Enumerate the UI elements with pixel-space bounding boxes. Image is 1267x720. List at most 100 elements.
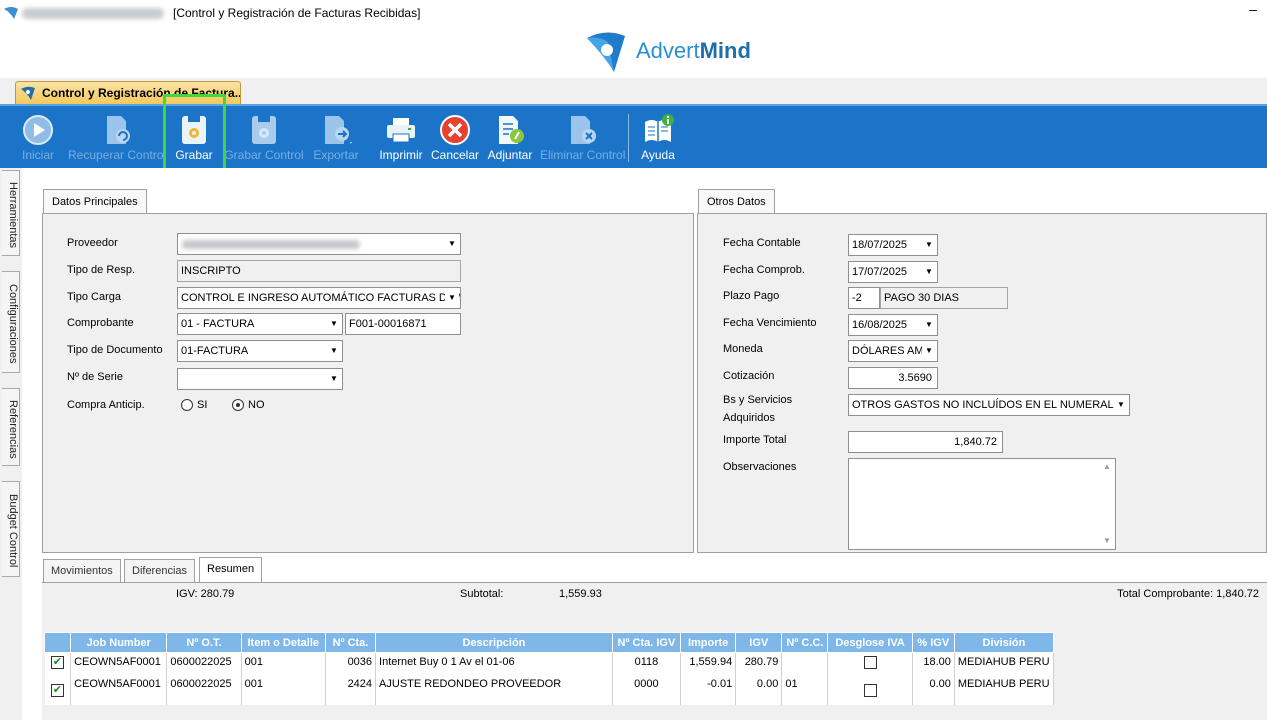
cancelar-button[interactable]: Cancelar (430, 108, 480, 166)
chevron-down-icon[interactable]: ▼ (445, 235, 459, 253)
imprimir-button[interactable]: Imprimir (376, 108, 426, 166)
chevron-down-icon[interactable]: ▼ (922, 236, 936, 254)
row-select-cell[interactable] (44, 652, 72, 675)
comprobante-select[interactable]: 01 - FACTURA ▼ (177, 313, 343, 335)
chevron-down-icon[interactable]: ▼ (445, 289, 459, 307)
proveedor-select[interactable]: ▼ (177, 233, 461, 255)
fecha-comprob-picker[interactable]: 17/07/2025 ▼ (848, 261, 938, 283)
desglose-checkbox[interactable] (863, 656, 877, 669)
cotizacion-input[interactable]: 3.5690 (848, 367, 938, 389)
desglose-cell[interactable] (827, 674, 913, 705)
minimize-button[interactable]: – (1246, 2, 1260, 18)
row-checkbox[interactable] (50, 683, 64, 697)
comprobante-numero-input[interactable]: F001-00016871 (345, 313, 461, 335)
ot-cell[interactable]: 0600022025 (166, 674, 242, 705)
col-importe[interactable]: Importe (680, 632, 737, 653)
table-row[interactable]: CEOWN5AF0001 0600022025 001 0036 Interne… (44, 652, 1055, 675)
importe-cell[interactable]: -0.01 (680, 674, 737, 705)
serie-select[interactable]: ▼ (177, 368, 343, 390)
anticip-si-radio[interactable] (181, 399, 193, 411)
col-igv[interactable]: IGV (735, 632, 783, 653)
exportar-button[interactable]: Exportar (308, 108, 364, 166)
chevron-down-icon[interactable]: ▼ (327, 315, 341, 333)
cta-igv-cell[interactable]: 0000 (612, 674, 682, 705)
job-number-cell[interactable]: CEOWN5AF0001 (70, 674, 168, 705)
fecha-vencimiento-picker[interactable]: 16/08/2025 ▼ (848, 314, 938, 336)
importe-total-input[interactable]: 1,840.72 (848, 431, 1003, 453)
descripcion-cell[interactable]: AJUSTE REDONDEO PROVEEDOR (375, 674, 613, 705)
chevron-down-icon[interactable]: ▼ (922, 263, 936, 281)
table-row[interactable]: CEOWN5AF0001 0600022025 001 2424 AJUSTE … (44, 674, 1055, 705)
grabar-control-button[interactable]: Grabar Control (224, 108, 304, 166)
otros-datos-panel: Fecha Contable 18/07/2025 ▼ Fecha Compro… (697, 213, 1267, 553)
side-tab-referencias[interactable]: Referencias (2, 388, 20, 466)
desglose-checkbox[interactable] (863, 683, 877, 697)
chevron-down-icon[interactable]: ▼ (327, 370, 341, 388)
item-cell[interactable]: 001 (241, 674, 326, 705)
tab-movimientos[interactable]: Movimientos (43, 559, 121, 582)
side-tab-configuraciones[interactable]: Configuraciones (2, 271, 20, 373)
tab-datos-principales[interactable]: Datos Principales (43, 189, 147, 214)
datos-principales-panel: Proveedor ▼ Tipo de Resp. INSCRIPTO Tipo… (42, 213, 694, 553)
plazo-pago-code-input[interactable]: -2 (848, 287, 880, 309)
pct-igv-cell[interactable]: 18.00 (912, 652, 955, 675)
pct-igv-cell[interactable]: 0.00 (912, 674, 955, 705)
tab-resumen[interactable]: Resumen (199, 557, 263, 583)
cc-cell[interactable]: 01 (781, 674, 829, 705)
division-cell[interactable]: MEDIAHUB PERU (954, 652, 1055, 675)
scroll-up-icon[interactable]: ▲ (1101, 462, 1113, 472)
chevron-down-icon[interactable]: ▼ (922, 316, 936, 334)
fecha-contable-label: Fecha Contable (723, 237, 801, 249)
tab-diferencias[interactable]: Diferencias (124, 559, 196, 582)
iniciar-button[interactable]: Iniciar (14, 108, 62, 166)
col-pct-igv[interactable]: % IGV (911, 632, 955, 653)
ayuda-button[interactable]: Ayuda (636, 108, 680, 166)
igv-cell[interactable]: 280.79 (735, 652, 783, 675)
row-select-cell[interactable] (44, 674, 72, 705)
scroll-down-icon[interactable]: ▼ (1101, 536, 1113, 546)
fecha-contable-picker[interactable]: 18/07/2025 ▼ (848, 234, 938, 256)
cotizacion-label: Cotización (723, 370, 775, 382)
moneda-select[interactable]: DÓLARES AMEI ▼ (848, 340, 938, 362)
side-tab-herramientas[interactable]: Herramientas (2, 170, 20, 256)
observaciones-textarea[interactable]: ▲ ▼ (848, 458, 1116, 550)
descripcion-cell[interactable]: Internet Buy 0 1 Av el 01-06 (375, 652, 613, 675)
col-nro-ot[interactable]: Nº O.T. (166, 632, 242, 653)
cta-cell[interactable]: 0036 (325, 652, 377, 675)
side-tab-budget-control[interactable]: Budget Control (2, 481, 20, 577)
col-desglose-iva[interactable]: Desglose IVA (827, 632, 913, 653)
col-nro-cta[interactable]: Nº Cta. (324, 632, 377, 653)
item-cell[interactable]: 001 (241, 652, 326, 675)
play-icon (23, 115, 53, 145)
tipo-carga-value: CONTROL E INGRESO AUTOMÁTICO FACTURAS DE… (181, 292, 461, 304)
bs-servicios-select[interactable]: OTROS GASTOS NO INCLUÍDOS EN EL NUMERAL … (848, 394, 1130, 416)
row-checkbox[interactable] (50, 655, 64, 669)
total-comprobante: Total Comprobante: 1,840.72 (1117, 588, 1259, 600)
division-cell[interactable]: MEDIAHUB PERU (954, 674, 1055, 705)
adjuntar-button[interactable]: Adjuntar (484, 108, 536, 166)
desglose-cell[interactable] (827, 652, 913, 675)
chevron-down-icon[interactable]: ▼ (327, 342, 341, 360)
tipo-documento-select[interactable]: 01-FACTURA ▼ (177, 340, 343, 362)
col-item-detalle[interactable]: Item o Detalle (240, 632, 326, 653)
col-nro-cc[interactable]: Nº C.C. (781, 632, 829, 653)
ot-cell[interactable]: 0600022025 (166, 652, 242, 675)
chevron-down-icon[interactable]: ▼ (1114, 396, 1128, 414)
eliminar-control-button[interactable]: Eliminar Control (540, 108, 625, 166)
col-descripcion[interactable]: Descripción (375, 632, 613, 653)
cta-igv-cell[interactable]: 0118 (612, 652, 682, 675)
col-division[interactable]: División (953, 632, 1055, 653)
cc-cell[interactable] (781, 652, 829, 675)
col-job-number[interactable]: Job Number (70, 632, 168, 653)
col-nro-cta-igv[interactable]: Nº Cta. IGV (611, 632, 682, 653)
cancel-icon (440, 115, 470, 145)
igv-cell[interactable]: 0.00 (735, 674, 783, 705)
recuperar-control-button[interactable]: Recuperar Control (68, 108, 166, 166)
tipo-carga-select[interactable]: CONTROL E INGRESO AUTOMÁTICO FACTURAS DE… (177, 287, 461, 309)
chevron-down-icon[interactable]: ▼ (922, 342, 936, 360)
importe-cell[interactable]: 1,559.94 (680, 652, 737, 675)
anticip-no-radio[interactable] (232, 399, 244, 411)
tab-otros-datos[interactable]: Otros Datos (698, 189, 775, 214)
job-number-cell[interactable]: CEOWN5AF0001 (70, 652, 168, 675)
cta-cell[interactable]: 2424 (325, 674, 377, 705)
